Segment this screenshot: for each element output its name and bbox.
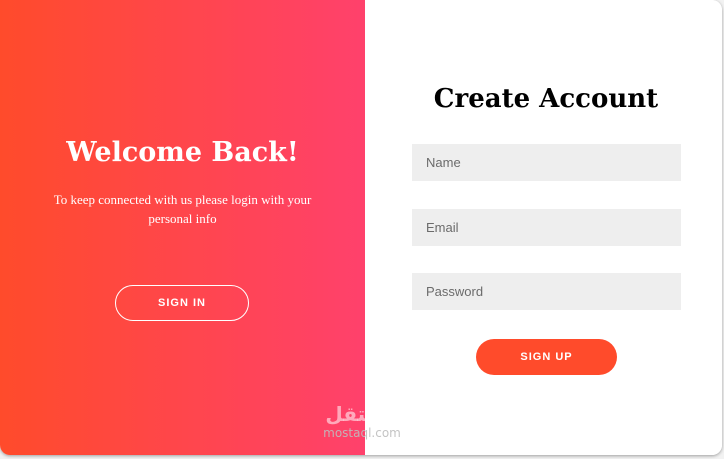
create-account-title: Create Account [433,84,659,114]
email-input[interactable] [412,209,681,246]
sign-in-button[interactable]: SIGN IN [115,285,249,321]
welcome-overlay-panel: Welcome Back! To keep connected with us … [0,0,365,455]
welcome-title: Welcome Back! [66,137,299,168]
name-input[interactable] [412,144,681,181]
auth-container: Welcome Back! To keep connected with us … [0,0,722,455]
create-account-panel: Create Account SIGN UP [365,0,722,455]
welcome-message: To keep connected with us please login w… [53,192,312,226]
password-input[interactable] [412,273,681,310]
sign-up-button[interactable]: SIGN UP [476,339,617,375]
